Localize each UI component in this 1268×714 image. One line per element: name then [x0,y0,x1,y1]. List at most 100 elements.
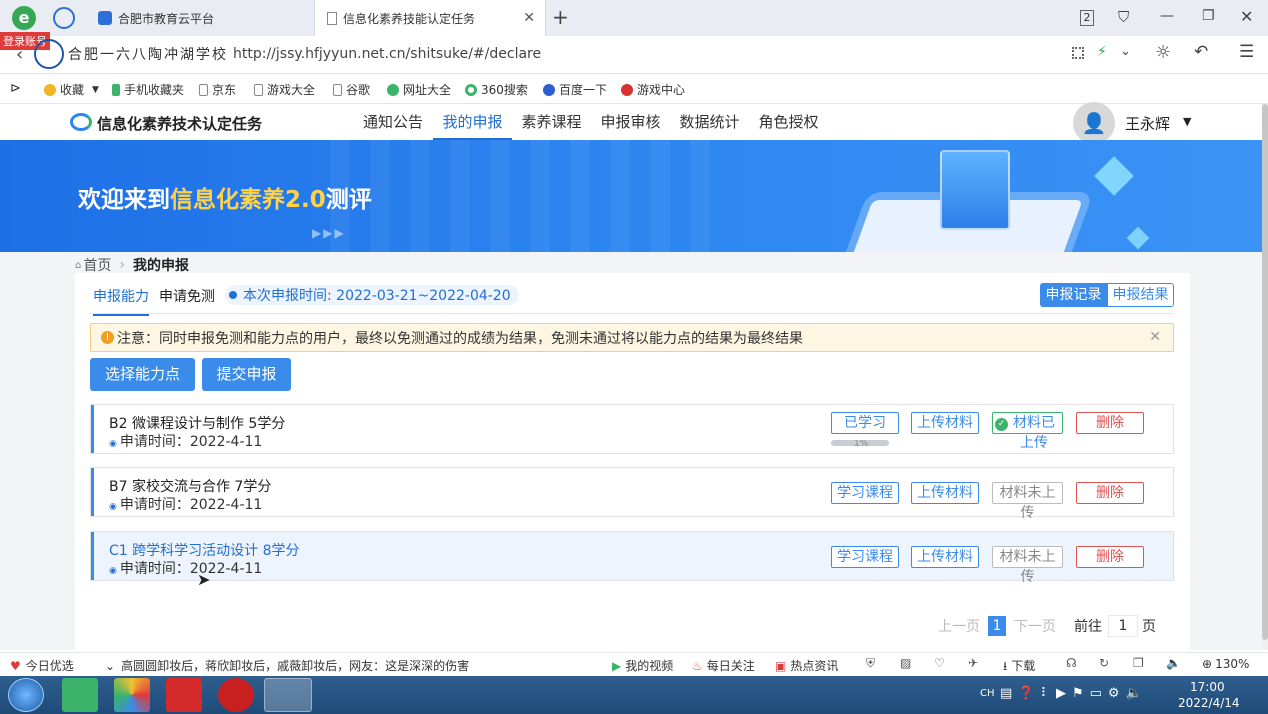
today-picks[interactable]: ♥ 今日优选 [10,657,74,674]
bookmark-360[interactable]: 360搜索 [465,81,528,98]
browser-logo-icon[interactable]: e [12,6,36,30]
chevron-down-icon[interactable]: ⌄ [1120,44,1131,59]
bookmark-mobile[interactable]: 手机收藏夹 [112,81,184,98]
page-icon [254,83,263,96]
upload-material-button[interactable]: 上传材料 [911,412,979,434]
daily-focus[interactable]: ♨ 每日关注 [692,657,755,674]
bookmark-google[interactable]: 谷歌 [333,81,370,98]
user-name[interactable]: 王永辉 [1125,113,1170,134]
notice-text: 注意：同时申报免测和能力点的用户，最终以免测通过的成绩为结果，免测未通过将以能力… [117,330,803,347]
close-window-icon[interactable]: ✕ [1240,7,1253,26]
item-time: ◉ 申请时间：2022-4-11 [109,431,262,451]
records-button[interactable]: 申报记录 [1040,283,1107,307]
bookmark-games[interactable]: 游戏大全 [254,81,315,98]
delete-button[interactable]: 删除 [1076,482,1144,504]
video-player-app-icon[interactable] [62,678,98,712]
restore-icon[interactable]: ❐ [1202,8,1215,24]
sidebar-toggle-icon[interactable]: ⊳ [10,81,21,96]
item-title[interactable]: C1 跨学科学习活动设计 8学分 [109,540,300,560]
current-page[interactable]: 1 [988,616,1006,636]
headphones-icon[interactable]: ☊ [1066,656,1077,670]
tab-education-cloud[interactable]: 合肥市教育云平台 [86,0,314,36]
tab-active-task[interactable]: 信息化素养技能认定任务 ✕ [314,0,546,36]
minimize-icon[interactable]: — [1160,8,1174,24]
check-circle-icon: ✓ [995,418,1008,431]
url-text[interactable]: http://jssy.hfjyyun.net.cn/shitsuke/#/de… [233,46,933,62]
user-menu-caret-icon[interactable]: ▼ [1183,115,1191,128]
submit-declare-button[interactable]: 提交申报 [202,358,291,391]
menu-icon[interactable]: ☰ [1239,42,1254,62]
hot-news[interactable]: ▣ 热点资讯 [775,657,838,674]
nav-notice[interactable]: 通知公告 [356,104,430,140]
brightness-icon[interactable]: ☼ [1155,42,1171,63]
prev-page-button[interactable]: 上一页 [938,616,980,636]
tab-exempt[interactable]: 申请免测 [159,286,215,306]
delete-button[interactable]: 删除 [1076,412,1144,434]
bookmark-game-center[interactable]: 游戏中心 [621,81,685,98]
home-icon: ⌂ [75,259,82,271]
banner-cube-small-illustration [1126,226,1150,250]
delete-button[interactable]: 删除 [1076,546,1144,568]
zoom-level[interactable]: ⊕ 130% [1202,657,1249,671]
refresh-icon[interactable]: ↻ [1099,656,1109,670]
tab-count-badge[interactable]: 2 [1080,10,1094,26]
my-video[interactable]: ▶ 我的视频 [612,657,673,674]
close-notice-icon[interactable]: ✕ [1149,329,1161,345]
shield-icon[interactable]: ⛨ [866,656,875,671]
nav-my-declare[interactable]: 我的申报 [433,104,512,140]
shirt-icon[interactable]: ⛉ [1118,8,1129,26]
item-time-text: 申请时间：2022-4-11 [119,497,263,513]
clock-time[interactable]: 17:00 [1190,680,1225,694]
lightning-icon[interactable]: ⚡ [1097,44,1107,60]
nav-statistics[interactable]: 数据统计 [670,104,749,140]
star-icon [44,83,56,96]
status-label: 材料已上传 [1013,415,1055,451]
input-lang[interactable]: CH [980,688,995,699]
goto-page-input[interactable]: 1 [1108,615,1138,637]
back-icon[interactable]: ‹ [16,44,23,65]
download[interactable]: ⭳ 下载 [1003,657,1035,678]
results-button[interactable]: 申报结果 [1107,283,1174,307]
bookmark-sites[interactable]: 网址大全 [387,81,451,98]
window-icon[interactable]: ❐ [1133,656,1144,670]
study-course-button[interactable]: 学习课程 [831,482,899,504]
undo-icon[interactable]: ↶ [1194,42,1208,62]
tab-ability[interactable]: 申报能力 [93,286,149,316]
avatar[interactable]: 👤 [1073,102,1115,144]
next-page-button[interactable]: 下一页 [1014,616,1056,636]
bookmark-label: 收藏 [60,83,85,97]
nav-courses[interactable]: 素养课程 [512,104,591,140]
bookmark-jd[interactable]: 京东 [199,81,236,98]
qr-icon[interactable] [1072,47,1084,59]
bookmark-favorites[interactable]: 收藏 ▼ [44,81,99,98]
bookmark-label: 百度一下 [559,83,608,97]
image-icon[interactable]: ▨ [900,656,911,670]
rocket-icon[interactable]: ✈ [968,656,978,670]
start-button[interactable] [8,678,44,712]
tray-icons[interactable]: ▤❓⠇▶⚑▭⚙🔈 [1000,686,1148,701]
upload-material-button[interactable]: 上传材料 [911,482,979,504]
volume-icon[interactable]: 🔈 [1166,656,1181,670]
scrollbar-thumb[interactable] [1262,104,1268,640]
news-ticker[interactable]: ⌄ 高圆圆卸妆后，蒋欣卸妆后，戚薇卸妆后，网友：这是深深的伤害 [105,657,469,674]
browser-app-icon[interactable] [264,678,312,712]
bookmark-baidu[interactable]: 百度一下 [543,81,607,98]
scrollbar[interactable] [1262,104,1268,650]
close-tab-icon[interactable]: ✕ [523,10,535,26]
wps-app-icon[interactable] [166,678,202,712]
new-tab-button[interactable]: + [552,5,569,29]
navigate-icon[interactable] [53,7,75,29]
clock-date[interactable]: 2022/4/14 [1178,696,1240,710]
select-ability-button[interactable]: 选择能力点 [90,358,195,391]
pulse-icon[interactable]: ♡ [934,656,945,670]
nav-roles[interactable]: 角色授权 [749,104,828,140]
material-uploaded-status[interactable]: ✓ 材料已上传 [992,412,1063,451]
nav-review[interactable]: 申报审核 [591,104,670,140]
music-app-icon[interactable] [218,678,254,712]
breadcrumb-home[interactable]: 首页 [83,255,111,275]
studied-button[interactable]: 已学习 [831,412,899,434]
study-course-button[interactable]: 学习课程 [831,546,899,568]
photo-app-icon[interactable] [114,678,150,712]
phone-icon [112,83,120,96]
upload-material-button[interactable]: 上传材料 [911,546,979,568]
